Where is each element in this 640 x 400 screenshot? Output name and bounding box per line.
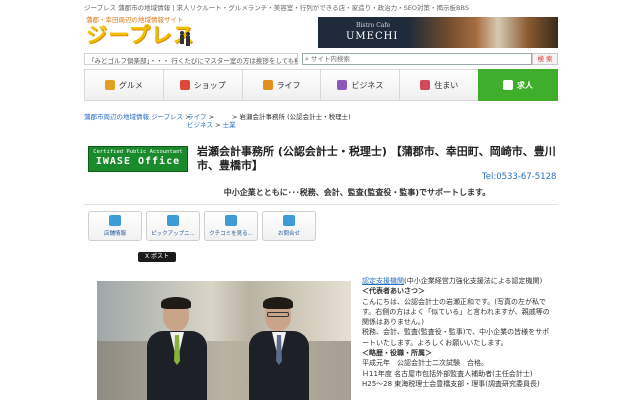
greeting-line: す。右側の方はよく「似ている」と言われますが、親戚等の (362, 307, 550, 316)
company-logo: Certified Public Accountant IWASE Office (88, 146, 188, 172)
history-line: 平成元年 公認会計士二次試験 合格。 (362, 359, 488, 368)
greeting-line: こんにちは、公認会計士の岩瀬正和です。(写真の左が私で (362, 297, 547, 306)
megaphone-icon (167, 215, 179, 226)
greeting-line: 税務、会計、監査(監査役・監事)で、中小企業の皆様をサポ (362, 328, 550, 337)
action-button-0[interactable]: 店舗情報 (88, 211, 142, 241)
banner-food-image (408, 17, 558, 48)
action-button-label: ピックアップニ... (151, 231, 195, 237)
store-info-icon (109, 215, 121, 226)
action-button-1[interactable]: ピックアップニ... (146, 211, 200, 241)
top-links[interactable]: ジープレス 蒲郡市の地域情報 | 求人リクルート・グルメランチ・美容室・行列がで… (84, 2, 564, 13)
bio-text: 認定支援機関(中小企業経営力強化支援法による認定機関) ＜代表者あいさつ＞ こん… (362, 276, 558, 389)
shopping-bag-icon (179, 80, 190, 90)
nav-item-1[interactable]: ショップ (162, 69, 242, 101)
nav-item-4[interactable]: 住まい (399, 69, 479, 101)
nav-item-label: グルメ (118, 80, 143, 90)
history-heading: ＜略歴・役職・所属＞ (362, 349, 432, 358)
breadcrumb-current: 岩瀬会計事務所 (公認会計士・税理士) (239, 113, 351, 121)
banner-subtitle: Bistro Cafe (356, 22, 391, 29)
banner-title: UMECHI (346, 31, 399, 42)
action-button-label: お問合せ (277, 231, 300, 237)
greeting-line: 関係はありません。) (362, 318, 425, 327)
action-button-2[interactable]: クチコミを見る... (204, 211, 258, 241)
greeting-line: ートいたします。よろしくお願いいたします。 (362, 338, 508, 347)
search-box: ⌕ (302, 53, 532, 65)
company-tagline: 中小企業とともに･･･税務、会計、監査(監査役・監事)でサポートします。 (223, 188, 491, 197)
news-ticker[interactable]: 「みどゴルフ倶楽部」・・・ 行くたびにマスター室の方は挨拶をしても無視。無常態で… (84, 53, 298, 65)
action-button-label: 店舗情報 (103, 231, 126, 237)
action-buttons: 店舗情報 ピックアップニ... クチコミを見る... お問合せ (88, 211, 328, 241)
action-button-3[interactable]: お問合せ (262, 211, 316, 241)
people-silhouette-icon (180, 31, 190, 46)
nav-item-label: ショップ (193, 80, 226, 90)
breadcrumb-business[interactable]: ビジネス (187, 121, 213, 129)
page-title: 岩瀬会計事務所 (公認会計士・税理士) 【蒲郡市、幸田町、岡崎市、豊川市、豊橋市… (197, 145, 556, 172)
main-nav: グルメ ショップ ライフ ビジネス 住まい 求人 (84, 69, 558, 101)
history-line: Ｈ11年度 名古屋市包括外部監査人補助者(主任会計士) (362, 369, 533, 378)
building-icon (337, 80, 348, 90)
nav-item-5[interactable]: 求人 (478, 69, 558, 101)
nav-item-label: 求人 (517, 80, 534, 90)
nav-item-0[interactable]: グルメ (84, 69, 163, 101)
action-button-label: クチコミを見る... (209, 231, 253, 237)
chopsticks-icon (104, 80, 115, 90)
x-post-button[interactable]: X ポスト (138, 252, 176, 262)
house-icon (420, 80, 431, 90)
nav-item-2[interactable]: ライフ (241, 69, 321, 101)
nav-item-3[interactable]: ビジネス (320, 69, 400, 101)
divider (84, 204, 558, 205)
nav-item-label: ライフ (276, 80, 301, 90)
speech-bubble-icon (225, 215, 237, 226)
breadcrumb-life[interactable]: ライフ (187, 113, 207, 121)
nav-item-label: ビジネス (351, 80, 384, 90)
greeting-heading: ＜代表者あいさつ＞ (362, 287, 425, 296)
search-button[interactable]: 検 索 (532, 53, 558, 65)
search-icon: ⌕ (305, 54, 309, 63)
person-icon (262, 80, 273, 90)
certified-support-link[interactable]: 認定支援機関 (362, 277, 404, 285)
ad-banner[interactable]: Bistro Cafe UMECHI (318, 17, 558, 48)
mail-icon (283, 215, 295, 226)
job-person-icon (503, 80, 514, 90)
phone-number[interactable]: Tel:0533-67-5128 (482, 172, 556, 182)
history-line: H25～28 東海税理士会豊橋支部・理事(調査研究委員長) (362, 379, 540, 388)
search-input[interactable] (310, 55, 511, 63)
owner-photo (97, 281, 351, 400)
site-logo[interactable]: 蒲郡・幸田周辺の地域情報サイト ジープレス (86, 14, 196, 50)
breadcrumb-zen[interactable]: 士業 (223, 121, 236, 129)
breadcrumb-home[interactable]: 蒲郡市周辺の地域情報 ジープレス (84, 113, 183, 121)
nav-item-label: 住まい (434, 80, 459, 90)
